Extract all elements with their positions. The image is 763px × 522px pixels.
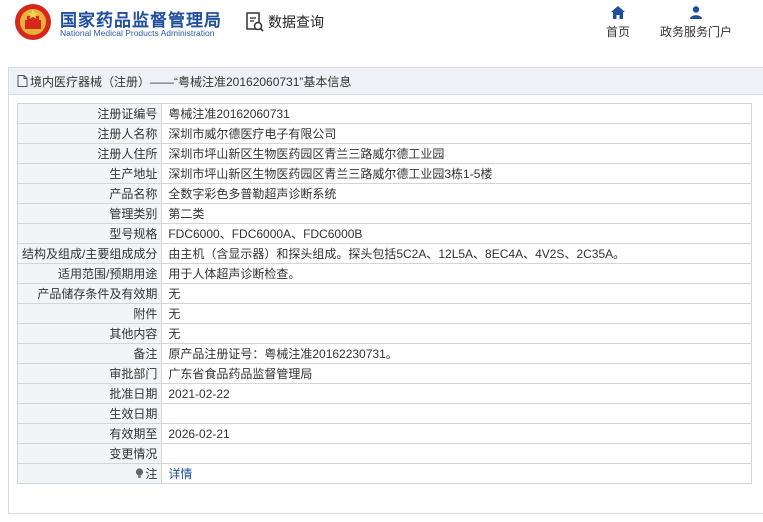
field-value: 第二类 [161, 203, 752, 224]
field-value: 粤械注准20162060731 [161, 103, 752, 124]
table-row: 附件无 [16, 303, 752, 324]
field-value: 无 [161, 303, 752, 324]
table-row: 结构及组成/主要组成成分 由主机（含显示器）和探头组成。探头包括5C2A、12L5… [16, 243, 752, 264]
panel-breadcrumb: 境内医疗器械（注册）——“粤械注准20162060731”基本信息 [9, 68, 763, 95]
document-icon [17, 75, 28, 87]
field-value: 用于人体超声诊断检查。 [161, 263, 752, 284]
table-row: 适用范围/预期用途 用于人体超声诊断检查。 [16, 263, 752, 284]
site-subtitle: National Medical Products Administration [60, 28, 215, 38]
nav-home-label: 首页 [606, 25, 631, 39]
registration-info-table: 注册证编号 粤械注准20162060731 注册人名称 深圳市威尔德医疗电子有限公司注… [16, 103, 752, 484]
field-label: 注册证编号 [16, 103, 163, 124]
home-icon [611, 6, 625, 19]
nav-gov-services[interactable]: 政务服务门户 [660, 6, 732, 40]
table-row: 注册人名称 深圳市威尔德医疗电子有限公司 [16, 123, 752, 144]
note-label: 注 [145, 467, 158, 481]
table-row: 有效期至 2026-02-21 [16, 423, 752, 444]
field-value: 全数字彩色多普勒超声诊断系统 [161, 183, 752, 204]
table-row: 型号规格 FDC6000、FDC6000A、FDC6000B [16, 223, 752, 244]
field-label: 有效期至 [16, 423, 163, 444]
table-row: 注册证编号 粤械注准20162060731 [16, 103, 752, 124]
bulb-icon [136, 468, 144, 478]
note-value-cell: 详情 [161, 463, 752, 484]
field-value: 深圳市坪山新区生物医药园区青兰三路威尔德工业园 [161, 143, 752, 164]
field-label: 生效日期 [16, 403, 163, 424]
field-value: 深圳市坪山新区生物医药园区青兰三路威尔德工业园3栋1-5楼 [161, 163, 752, 184]
detail-panel: 境内医疗器械（注册）——“粤械注准20162060731”基本信息 注册证编号粤… [8, 67, 763, 514]
user-icon [690, 6, 702, 19]
table-row: 审批部门 广东省食品药品监督管理局 [16, 363, 752, 384]
field-value: 原产品注册证号：粤械注准20162230731。 [161, 343, 752, 364]
table-row: 产品储存条件及有效期无 [16, 283, 752, 304]
field-label: 变更情况 [16, 443, 163, 464]
field-label: 适用范围/预期用途 [16, 263, 163, 284]
field-label: 生产地址 [16, 163, 163, 184]
field-label: 其他内容 [16, 323, 163, 344]
field-value: 广东省食品药品监督管理局 [161, 363, 752, 384]
data-query-link[interactable]: 数据查询 [246, 10, 324, 34]
field-value: 由主机（含显示器）和探头组成。探头包括5C2A、12L5A、8EC4A、4V2S… [161, 243, 752, 264]
field-value [161, 443, 752, 464]
table-row-note: 注详情 [16, 463, 752, 484]
field-label: 备注 [16, 343, 163, 364]
field-value: 2026-02-21 [161, 423, 752, 444]
field-label: 结构及组成/主要组成成分 [16, 243, 163, 264]
field-label: 管理类别 [16, 203, 163, 224]
field-value: 无 [161, 323, 752, 344]
field-value: 深圳市威尔德医疗电子有限公司 [161, 123, 752, 144]
table-row: 批准日期 2021-02-22 [16, 383, 752, 404]
field-label: 注册人名称 [16, 123, 163, 144]
field-label: 注册人住所 [16, 143, 163, 164]
field-label: 审批部门 [16, 363, 163, 384]
document-search-icon [246, 12, 264, 32]
table-row: 生效日期 [16, 403, 752, 424]
breadcrumb-text: 境内医疗器械（注册）——“粤械注准20162060731”基本信息 [30, 74, 352, 89]
field-value: 2021-02-22 [161, 383, 752, 404]
table-row: 生产地址 深圳市坪山新区生物医药园区青兰三路威尔德工业园3栋1-5楼 [16, 163, 752, 184]
field-value: FDC6000、FDC6000A、FDC6000B [161, 223, 752, 244]
data-query-label: 数据查询 [268, 14, 324, 30]
table-row: 备注 原产品注册证号：粤械注准20162230731。 [16, 343, 752, 364]
table-row: 其他内容无 [16, 323, 752, 344]
field-value [161, 403, 752, 424]
field-value: 无 [161, 283, 752, 304]
field-label: 附件 [16, 303, 163, 324]
site-header: 国家药品监督管理局 National Medical Products Admi… [0, 0, 763, 50]
table-row: 变更情况 [16, 443, 752, 464]
table-row: 产品名称 全数字彩色多普勒超声诊断系统 [16, 183, 752, 204]
note-label-cell: 注 [16, 463, 163, 484]
field-label: 产品储存条件及有效期 [16, 283, 163, 304]
nav-gov-services-label: 政务服务门户 [660, 25, 733, 39]
table-row: 注册人住所 深圳市坪山新区生物医药园区青兰三路威尔德工业园 [16, 143, 752, 164]
table-row: 管理类别 第二类 [16, 203, 752, 224]
field-label: 批准日期 [16, 383, 163, 404]
details-link[interactable]: 详情 [168, 467, 192, 481]
field-label: 产品名称 [16, 183, 163, 204]
field-label: 型号规格 [16, 223, 163, 244]
nav-home[interactable]: 首页 [606, 6, 630, 40]
emblem-logo [15, 4, 51, 40]
